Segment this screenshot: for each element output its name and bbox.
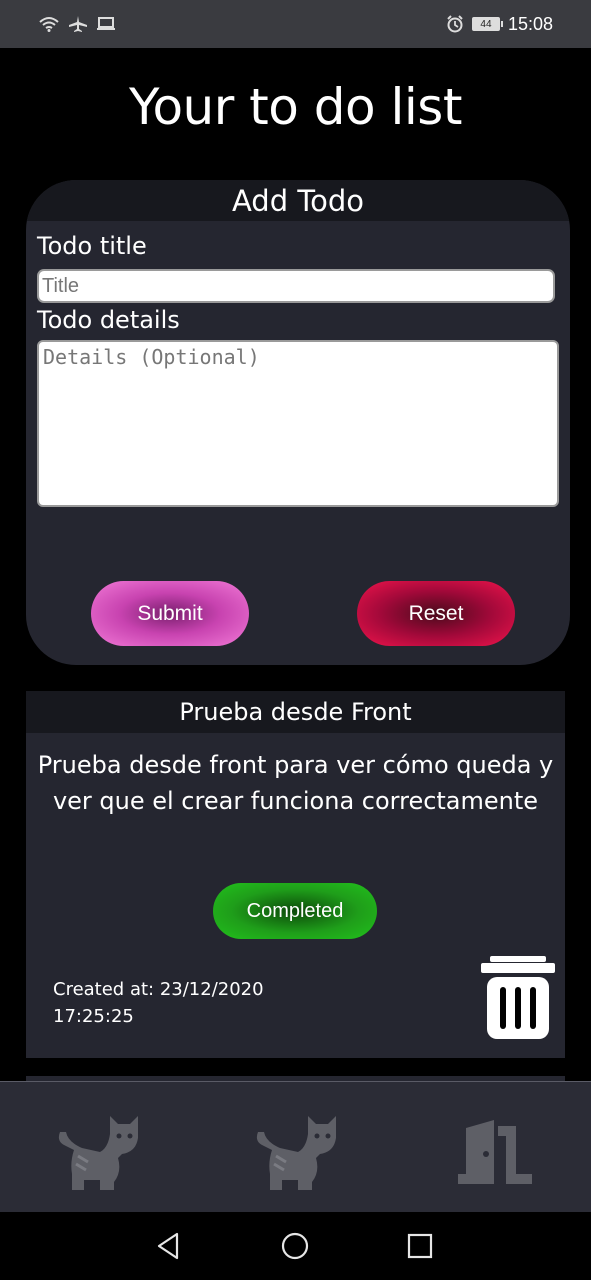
status-bar: 44 15:08: [0, 0, 591, 48]
todo-title-label: Todo title: [37, 232, 147, 260]
system-nav-bar: [0, 1212, 591, 1280]
created-at-text: Created at: 23/12/2020 17:25:25: [53, 979, 264, 1027]
todo-details-label: Todo details: [37, 306, 180, 334]
completed-button[interactable]: Completed: [213, 883, 377, 939]
submit-button[interactable]: Submit: [91, 581, 249, 646]
laptop-icon: [97, 17, 115, 30]
nav-cat-button-1[interactable]: [52, 1112, 142, 1192]
add-todo-form: Add Todo Todo title Todo details Submit …: [26, 180, 570, 665]
trash-icon[interactable]: [481, 956, 555, 1040]
nav-logout-button[interactable]: [448, 1112, 538, 1192]
todo-details-input[interactable]: [37, 340, 559, 507]
cat-icon: [256, 1116, 336, 1190]
todo-title-input[interactable]: [37, 269, 555, 303]
status-icons-left: [38, 15, 116, 33]
clock-time: 15:08: [507, 13, 553, 34]
home-icon[interactable]: [279, 1230, 311, 1262]
todo-title: Prueba desde Front: [26, 691, 565, 733]
todo-card: Prueba desde Front Prueba desde front pa…: [26, 691, 565, 1058]
status-icons-right: 44 15:08: [446, 14, 553, 35]
battery-level: 44: [480, 18, 492, 30]
todo-details: Prueba desde front para ver cómo queda y…: [37, 751, 554, 815]
page-title: Your to do list: [129, 78, 462, 136]
wifi-icon: [39, 17, 59, 32]
cat-icon: [58, 1116, 138, 1190]
battery-icon: 44: [471, 17, 503, 31]
add-todo-header: Add Todo: [26, 180, 570, 221]
airplane-icon: [69, 16, 87, 32]
nav-cat-button-2[interactable]: [250, 1112, 340, 1192]
reset-button[interactable]: Reset: [357, 581, 515, 646]
alarm-icon: [447, 15, 463, 33]
recents-icon[interactable]: [404, 1230, 436, 1262]
back-icon[interactable]: [153, 1230, 185, 1262]
bottom-nav: [0, 1081, 591, 1213]
logout-door-icon: [458, 1120, 532, 1184]
